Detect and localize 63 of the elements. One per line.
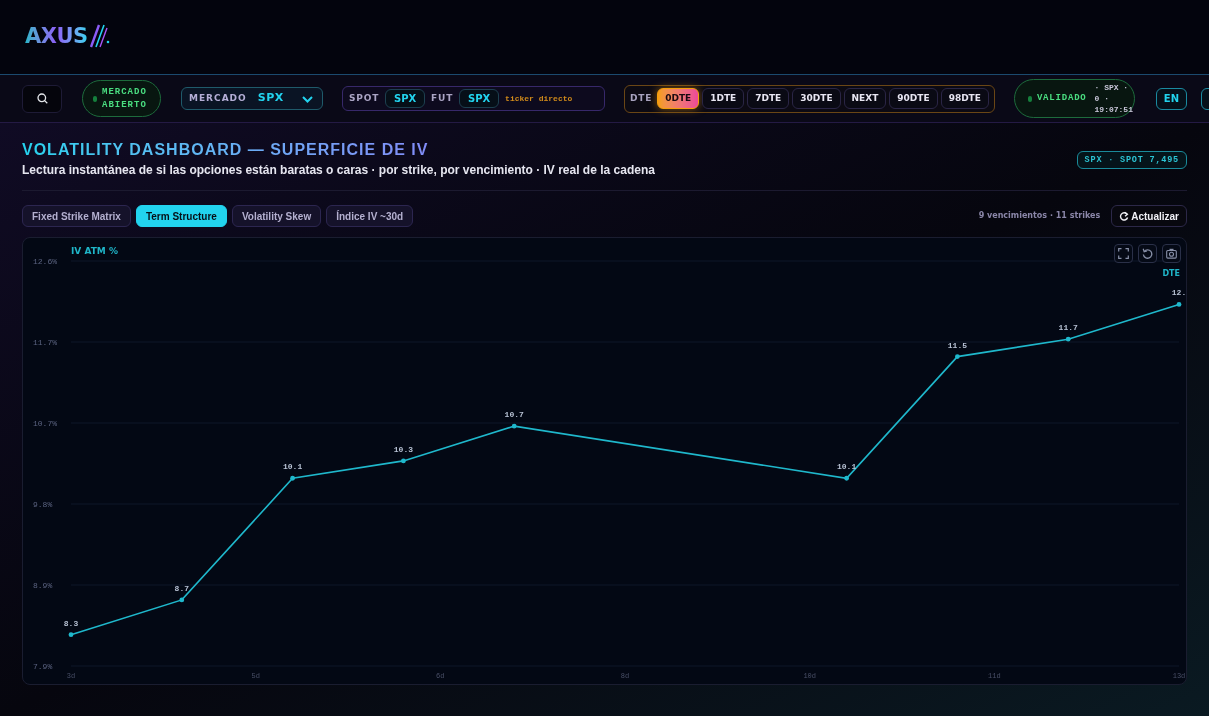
- camera-button[interactable]: [1162, 244, 1181, 263]
- y-axis-label: 10.7%: [33, 419, 57, 428]
- spot-label: SPOT: [349, 91, 380, 105]
- y-axis-label: 9.8%: [33, 500, 53, 509]
- tab[interactable]: Term Structure: [135, 205, 227, 227]
- fullscreen-button[interactable]: [1114, 244, 1133, 263]
- data-label: 8.3: [63, 618, 79, 628]
- data-point: [401, 458, 406, 464]
- data-point: [1176, 302, 1182, 307]
- spot-badge: SPX · SPOT 7,495: [1076, 151, 1187, 169]
- fut-ticker-field[interactable]: SPX: [459, 89, 500, 108]
- refresh-icon: [1119, 211, 1130, 221]
- search-icon: [36, 93, 48, 104]
- data-label: 10.1: [837, 462, 857, 472]
- data-label: 8.7: [174, 583, 189, 593]
- y-axis-label: 7.9%: [33, 662, 53, 671]
- validation-status: VALIDADO: [1036, 91, 1087, 105]
- dte-option[interactable]: 7DTE: [747, 88, 790, 109]
- data-label: 10.3: [393, 444, 413, 454]
- language-button[interactable]: EN: [1155, 87, 1187, 110]
- slash-marks-icon: [88, 24, 110, 48]
- dte-label: DTE: [630, 91, 653, 105]
- data-label: 10.1: [283, 462, 303, 472]
- data-point: [955, 354, 960, 359]
- market-select[interactable]: MERCADO SPX: [181, 87, 323, 110]
- tab[interactable]: Fixed Strike Matrix: [22, 205, 131, 227]
- dte-option[interactable]: 1DTE: [702, 88, 745, 109]
- y-axis-title: IV ATM %: [71, 246, 118, 256]
- data-label: 11.5: [947, 340, 967, 350]
- reset-button[interactable]: [1138, 244, 1157, 263]
- dte-option[interactable]: 0DTE: [657, 88, 700, 109]
- chevron-down-icon: [302, 94, 313, 103]
- data-point: [179, 597, 185, 603]
- data-point: [511, 423, 517, 429]
- data-label: 12.: [1171, 288, 1186, 298]
- data-label: 10.7: [504, 410, 524, 420]
- camera-icon: [1166, 248, 1177, 259]
- market-status-text: MERCADO ABIERTO: [102, 85, 148, 112]
- dte-option[interactable]: NEXT: [843, 88, 887, 109]
- y-axis-label: 12.6%: [33, 257, 57, 266]
- dte-option[interactable]: 98DTE: [940, 88, 989, 109]
- data-point: [844, 475, 849, 481]
- refresh-button[interactable]: Actualizar: [1111, 205, 1187, 227]
- fullscreen-icon: [1118, 248, 1129, 259]
- spot-ticker-field[interactable]: SPX: [385, 89, 426, 108]
- search-button[interactable]: [22, 84, 62, 113]
- dte-option[interactable]: 30DTE: [792, 88, 841, 109]
- validation-detail: · SPX · 0 · 19:07:51: [1094, 82, 1134, 115]
- tab[interactable]: Volatility Skew: [231, 205, 322, 227]
- reset-icon: [1142, 248, 1153, 259]
- dte-option[interactable]: 90DTE: [889, 88, 938, 109]
- page-subtitle: Lectura instantánea de si las opciones están baratas o caras · por strike, por vencimiento · IV real de la cadena: [22, 163, 655, 178]
- y-axis-label: 8.9%: [33, 581, 53, 590]
- data-point: [1065, 336, 1071, 342]
- tab[interactable]: Índice IV ~30d: [326, 205, 414, 227]
- data-point: [68, 632, 74, 638]
- ticker-note: ticker directo: [505, 92, 573, 105]
- y-axis-label: 11.7%: [33, 338, 57, 347]
- data-label: 11.7: [1058, 323, 1078, 333]
- fut-label: FUT: [431, 91, 454, 105]
- summary-text: 9 vencimientos · 11 strikes: [978, 210, 1101, 222]
- x-axis-title: DTE: [1162, 269, 1180, 278]
- data-point: [290, 475, 295, 481]
